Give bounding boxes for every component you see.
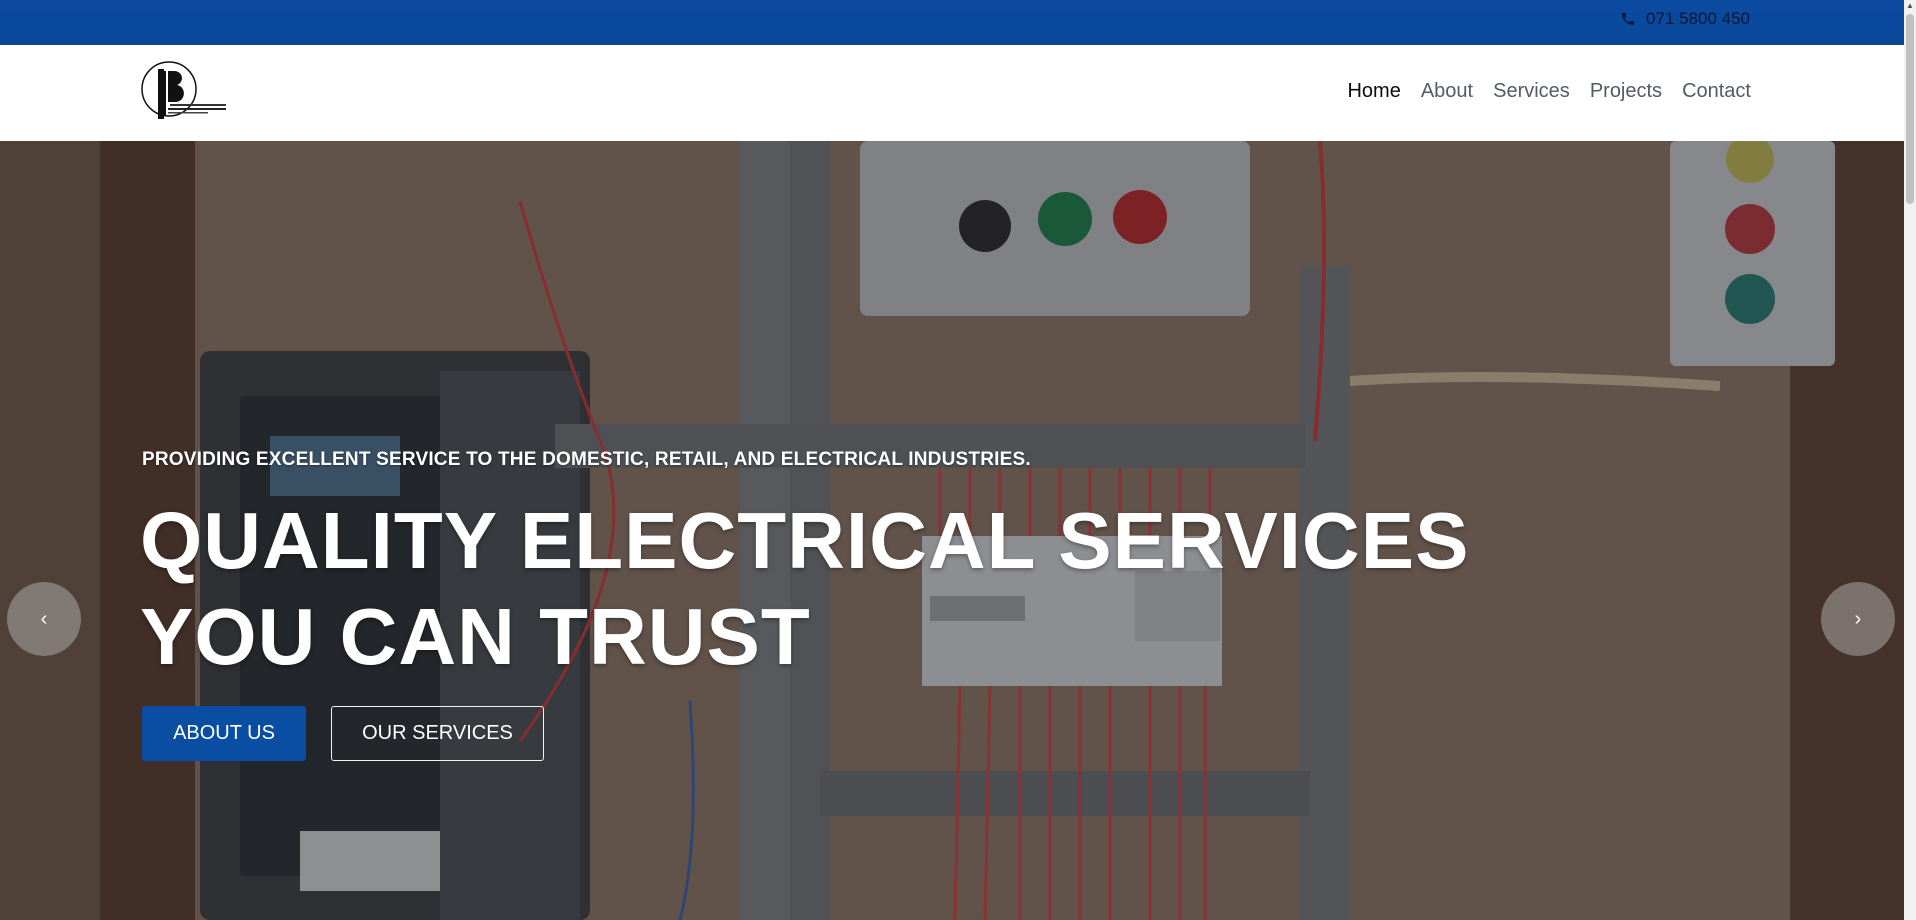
nav-home[interactable]: Home: [1347, 80, 1400, 103]
about-us-button[interactable]: ABOUT US: [142, 706, 306, 761]
our-services-button[interactable]: OUR SERVICES: [331, 706, 544, 761]
nav-projects[interactable]: Projects: [1590, 80, 1662, 103]
site-header: Home About Services Projects Contact: [0, 45, 1904, 141]
slider-next-button[interactable]: ›: [1821, 582, 1895, 656]
top-bar: 071 5800 450: [0, 0, 1904, 45]
chevron-right-icon: ›: [1854, 607, 1862, 630]
scrollbar-thumb[interactable]: [1906, 14, 1914, 204]
hero-slider: PROVIDING EXCELLENT SERVICE TO THE DOMES…: [0, 141, 1904, 920]
nav-services[interactable]: Services: [1493, 80, 1570, 103]
nav-contact[interactable]: Contact: [1682, 80, 1751, 103]
hero-subtitle: PROVIDING EXCELLENT SERVICE TO THE DOMES…: [142, 449, 1031, 470]
hero-title-line-2: YOU CAN TRUST: [140, 592, 811, 681]
company-logo[interactable]: [140, 59, 230, 123]
page: 071 5800 450 Home About Services Project…: [0, 0, 1916, 920]
scroll-up-icon[interactable]: ▲: [1906, 2, 1914, 10]
hero-title-line-1: QUALITY ELECTRICAL SERVICES: [140, 496, 1470, 585]
hero-title: QUALITY ELECTRICAL SERVICES YOU CAN TRUS…: [140, 493, 1640, 685]
nav-about[interactable]: About: [1421, 80, 1473, 103]
phone-icon: [1622, 13, 1634, 25]
chevron-left-icon: ‹: [40, 607, 48, 630]
phone-number: 071 5800 450: [1646, 9, 1750, 28]
page-scrollbar[interactable]: ▲: [1904, 0, 1916, 920]
slider-prev-button[interactable]: ‹: [7, 582, 81, 656]
main-nav: Home About Services Projects Contact: [1347, 80, 1751, 103]
phone-contact[interactable]: 071 5800 450: [1620, 9, 1750, 29]
